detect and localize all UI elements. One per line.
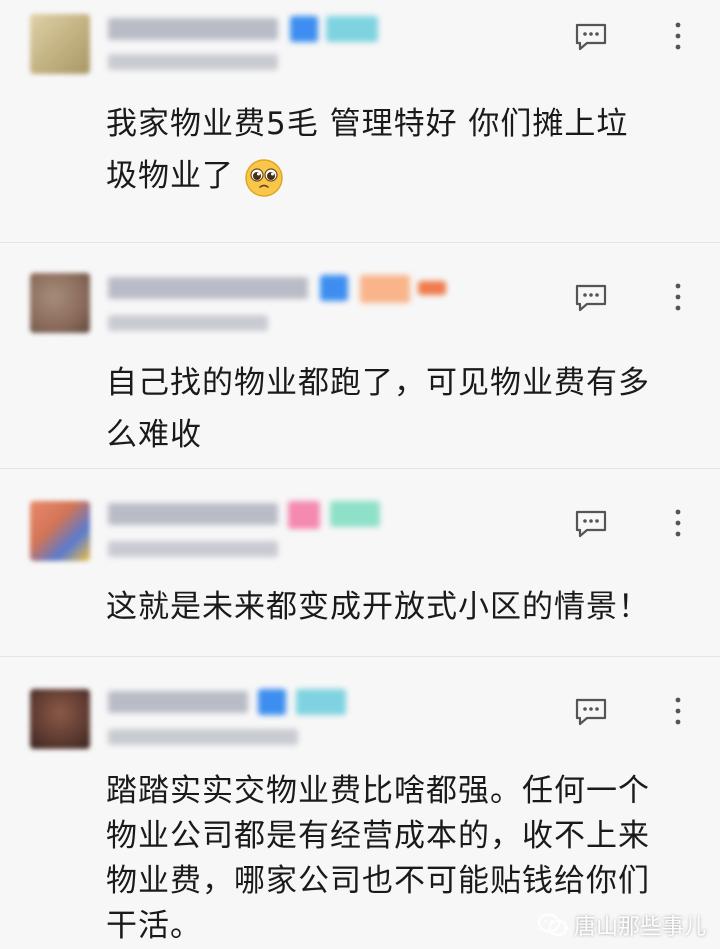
more-vertical-icon[interactable] xyxy=(672,279,684,315)
comment-item: 我家物业费5毛 管理特好 你们摊上垃 圾物业了 xyxy=(0,0,720,243)
comment-item: 这就是未来都变成开放式小区的情景！ xyxy=(0,469,720,657)
comment-text: 我家物业费5毛 管理特好 你们摊上垃 圾物业了 xyxy=(106,98,686,202)
comment-text-line: 这就是未来都变成开放式小区的情景！ xyxy=(106,589,650,625)
more-vertical-icon[interactable] xyxy=(672,505,684,541)
comment-icon[interactable] xyxy=(574,509,608,539)
more-vertical-icon[interactable] xyxy=(672,693,684,729)
avatar[interactable] xyxy=(30,14,90,74)
comment-item: 自己找的物业都跑了，可见物业费有多 么难收 xyxy=(0,243,720,469)
comment-icon[interactable] xyxy=(574,283,608,313)
wechat-icon xyxy=(537,913,568,936)
avatar[interactable] xyxy=(30,501,90,561)
avatar[interactable] xyxy=(30,689,90,749)
comment-text-line: 么难收 xyxy=(106,417,202,453)
watermark: 唐山那些事儿 xyxy=(537,909,706,941)
avatar[interactable] xyxy=(30,273,90,333)
comment-text-line: 物业公司都是有经营成本的，收不上来 xyxy=(106,818,650,854)
username-meta-redacted xyxy=(108,10,408,80)
username-meta-redacted xyxy=(108,495,408,565)
watermark-text: 唐山那些事儿 xyxy=(573,915,706,940)
comment-text-line: 物业费，哪家公司也不可能贴钱给你们 xyxy=(106,863,650,899)
comment-text-line: 我家物业费5毛 管理特好 你们摊上垃 xyxy=(106,106,629,142)
pleading-face-emoji xyxy=(244,158,284,198)
comment-text-line: 圾物业了 xyxy=(106,150,686,202)
comment-text-line: 自己找的物业都跑了，可见物业费有多 xyxy=(106,365,650,401)
more-vertical-icon[interactable] xyxy=(672,18,684,54)
comment-icon[interactable] xyxy=(574,22,608,52)
comment-text: 自己找的物业都跑了，可见物业费有多 么难收 xyxy=(106,357,686,461)
username-meta-redacted xyxy=(108,683,408,753)
comment-icon[interactable] xyxy=(574,697,608,727)
comment-text: 这就是未来都变成开放式小区的情景！ xyxy=(106,581,686,633)
comment-text-line: 踏踏实实交物业费比啥都强。任何一个 xyxy=(106,773,650,809)
comment-item: 踏踏实实交物业费比啥都强。任何一个 物业公司都是有经营成本的，收不上来 物业费，… xyxy=(0,657,720,949)
username-meta-redacted xyxy=(108,269,446,339)
